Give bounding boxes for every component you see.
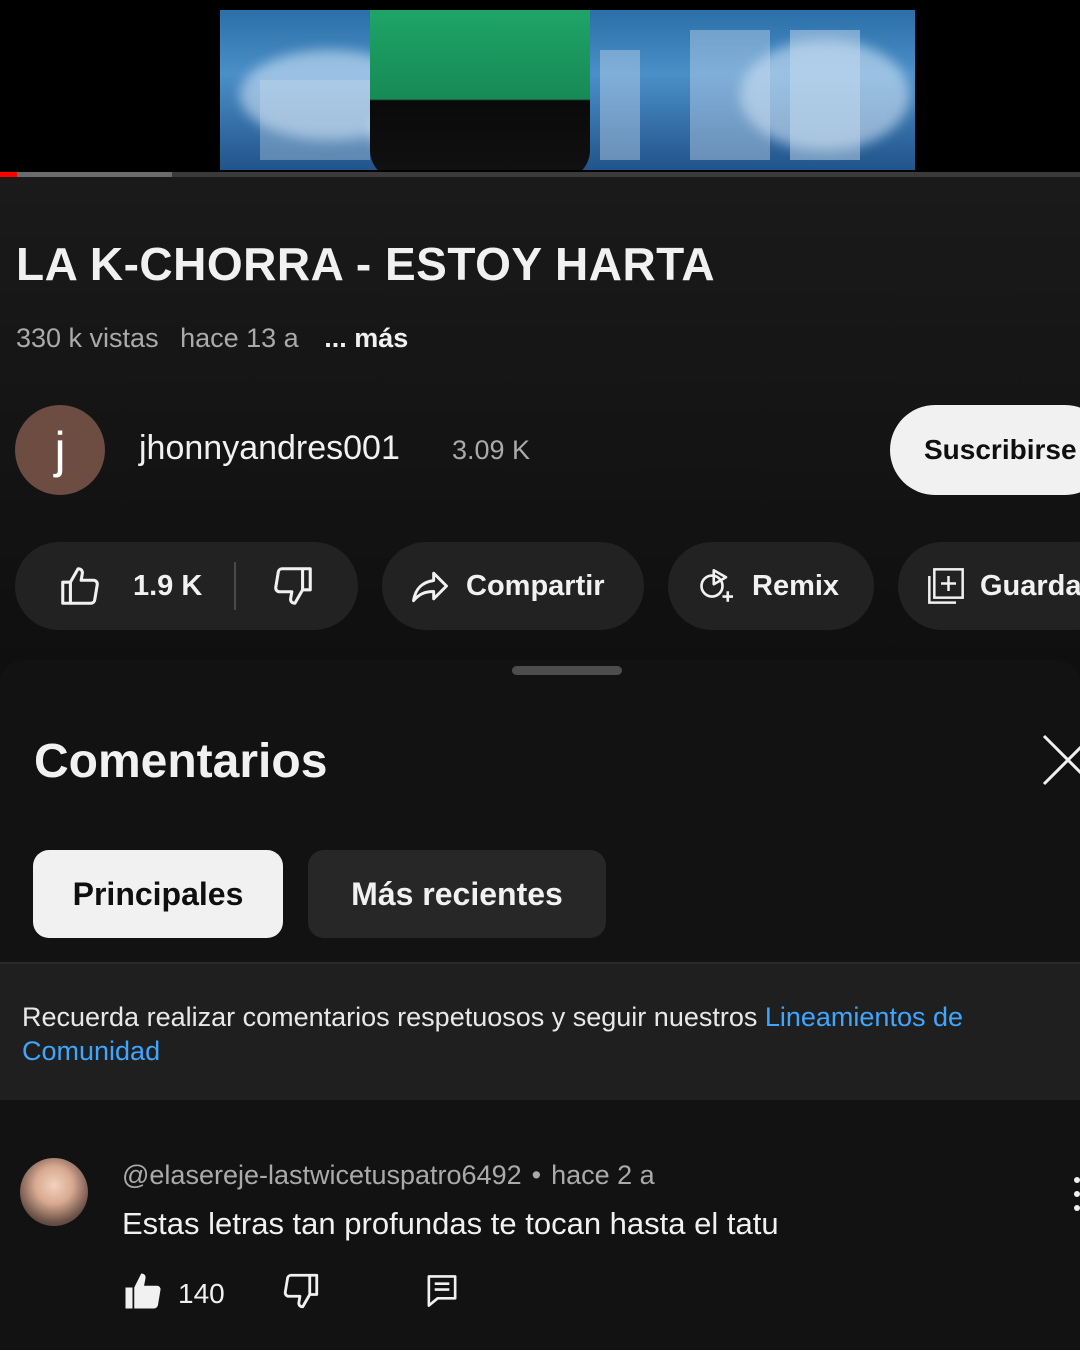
channel-avatar[interactable]: j [15, 405, 105, 495]
community-notice: Recuerda realizar comentarios respetuoso… [0, 962, 1080, 1100]
remix-button[interactable]: Remix [668, 542, 874, 630]
video-title: LA K-CHORRA - ESTOY HARTA [16, 238, 716, 290]
dislike-icon [274, 567, 313, 605]
action-bar: 1.9 K Compartir Remix Guarda [15, 542, 1080, 632]
share-button[interactable]: Compartir [382, 542, 644, 630]
like-icon [61, 567, 99, 605]
save-button[interactable]: Guarda [898, 542, 1080, 630]
comment-author[interactable]: @elasereje-lastwicetuspatro6492 [122, 1160, 522, 1190]
channel-row: j jhonnyandres001 3.09 K Suscribirse [15, 405, 1080, 497]
reply-icon[interactable] [424, 1272, 460, 1310]
share-label: Compartir [466, 569, 605, 602]
comment-author-avatar[interactable] [20, 1158, 88, 1226]
share-icon [412, 571, 448, 603]
like-divider [234, 562, 237, 610]
save-label: Guarda [980, 569, 1080, 602]
more-link[interactable]: ... más [324, 323, 408, 353]
more-vert-icon[interactable] [1072, 1176, 1080, 1212]
subscribe-button[interactable]: Suscribirse [890, 405, 1080, 495]
video-meta[interactable]: 330 k vistas hace 13 a ... más [16, 323, 422, 354]
comment-like-icon[interactable] [122, 1270, 164, 1312]
video-info: LA K-CHORRA - ESTOY HARTA 330 k vistas h… [0, 177, 1080, 662]
sheet-drag-handle[interactable] [512, 666, 622, 675]
notice-text: Recuerda realizar comentarios respetuoso… [22, 1002, 765, 1032]
save-icon [928, 568, 964, 604]
dislike-button[interactable] [270, 563, 316, 609]
watch-page: LA K-CHORRA - ESTOY HARTA 330 k vistas h… [0, 0, 1080, 1350]
comment-text: Estas letras tan profundas te tocan hast… [122, 1206, 779, 1241]
video-thumbnail [220, 10, 915, 170]
comment-like-count: 140 [178, 1278, 225, 1309]
remix-label: Remix [752, 569, 840, 602]
community-guidelines-link-cont[interactable]: Comunidad [22, 1036, 160, 1066]
tab-principales[interactable]: Principales [33, 850, 283, 938]
comment-time: hace 2 a [551, 1160, 655, 1190]
subscriber-count: 3.09 K [452, 435, 531, 465]
tab-mas-recientes[interactable]: Más recientes [308, 850, 606, 938]
comment-item: @elasereje-lastwicetuspatro6492 • hace 2 a… [0, 1140, 1080, 1350]
channel-name[interactable]: jhonnyandres001 [139, 429, 400, 468]
community-guidelines-link[interactable]: Lineamientos de [765, 1002, 963, 1032]
remix-icon [700, 568, 733, 602]
like-dislike-pill: 1.9 K [15, 542, 358, 630]
comment-separator: • [531, 1160, 542, 1190]
upload-age: hace 13 a [180, 323, 299, 353]
comment-actions: 140 [122, 1270, 522, 1316]
view-count: 330 k vistas [16, 323, 159, 353]
video-player[interactable] [0, 0, 1080, 177]
comment-dislike-icon[interactable] [280, 1270, 322, 1312]
comment-header: @elasereje-lastwicetuspatro6492 • hace 2 a [122, 1160, 655, 1191]
like-count: 1.9 K [133, 569, 203, 602]
like-button[interactable]: 1.9 K [15, 563, 202, 609]
close-icon[interactable] [1040, 732, 1080, 788]
comments-sheet: Comentarios Principales Más recientes Re… [0, 660, 1080, 1350]
comments-title: Comentarios [34, 735, 328, 788]
